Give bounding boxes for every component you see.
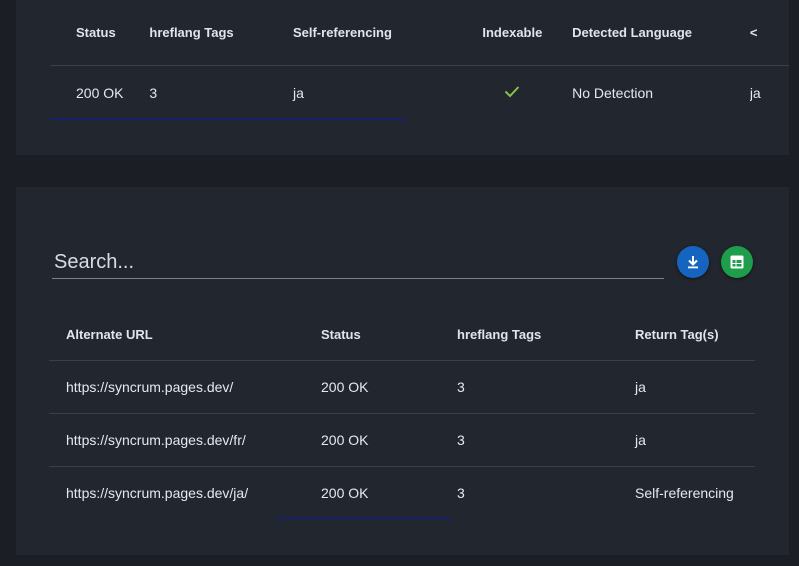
checkmark-icon bbox=[505, 85, 520, 97]
table-row: 200 OK 3 ja No Detection ja bbox=[50, 66, 789, 120]
table-header-row: Alternate URL Status hreflang Tags Retur… bbox=[49, 308, 755, 361]
cell-hreflang-tags: 3 bbox=[149, 84, 158, 101]
column-header-truncated[interactable]: < bbox=[749, 0, 789, 66]
hreflang-summary-table: Status hreflang Tags Self-referencing In… bbox=[50, 0, 789, 119]
cell-detected-language: No Detection bbox=[572, 84, 654, 101]
cell-return-tags: Self-referencing bbox=[635, 485, 734, 501]
cell-indexable bbox=[453, 66, 572, 120]
column-header-self-referencing[interactable]: Self-referencing bbox=[292, 0, 453, 66]
column-header-indexable[interactable]: Indexable bbox=[452, 0, 573, 66]
column-header-detected-language[interactable]: Detected Language bbox=[572, 0, 750, 66]
table-row: https://syncrum.pages.dev/ja/ 200 OK 3 S… bbox=[49, 467, 755, 520]
cell-status: 200 OK bbox=[321, 485, 369, 501]
cell-return-tags: ja bbox=[635, 360, 755, 414]
horizontal-scroll-indicator[interactable] bbox=[277, 517, 451, 519]
hreflang-summary-panel: Status hreflang Tags Self-referencing In… bbox=[16, 0, 789, 155]
table-header-row: Status hreflang Tags Self-referencing In… bbox=[50, 0, 789, 66]
cell-alternate-url: https://syncrum.pages.dev/fr/ bbox=[49, 413, 321, 467]
cell-status: 200 OK bbox=[321, 360, 457, 414]
search-field bbox=[52, 247, 664, 279]
cell-status: 200 OK bbox=[321, 413, 457, 467]
column-header-hreflang-tags[interactable]: hreflang Tags bbox=[149, 0, 293, 66]
horizontal-scroll-indicator[interactable] bbox=[50, 118, 406, 120]
alternate-urls-table: Alternate URL Status hreflang Tags Retur… bbox=[49, 308, 755, 519]
export-sheets-button[interactable] bbox=[721, 246, 753, 278]
cell-hreflang-tags: 3 bbox=[457, 413, 635, 467]
cell-truncated: ja bbox=[749, 84, 761, 101]
download-button[interactable] bbox=[677, 246, 709, 278]
cell-hreflang-tags: 3 bbox=[457, 485, 465, 501]
table-row: https://syncrum.pages.dev/fr/ 200 OK 3 j… bbox=[49, 413, 755, 467]
cell-return-tags: ja bbox=[635, 413, 755, 467]
cell-alternate-url: https://syncrum.pages.dev/ bbox=[49, 360, 321, 414]
cell-status: 200 OK bbox=[76, 84, 124, 101]
cell-hreflang-tags: 3 bbox=[457, 360, 635, 414]
column-header-hreflang-tags[interactable]: hreflang Tags bbox=[457, 308, 635, 361]
alternate-urls-panel: Alternate URL Status hreflang Tags Retur… bbox=[16, 187, 789, 555]
column-header-status[interactable]: Status bbox=[321, 308, 457, 361]
column-header-return-tags[interactable]: Return Tag(s) bbox=[635, 308, 755, 361]
column-header-status[interactable]: Status bbox=[50, 0, 150, 66]
table-row: https://syncrum.pages.dev/ 200 OK 3 ja bbox=[49, 360, 755, 414]
spreadsheet-icon bbox=[730, 255, 744, 269]
search-input[interactable] bbox=[52, 247, 664, 278]
cell-alternate-url: https://syncrum.pages.dev/ja/ bbox=[66, 485, 249, 501]
column-header-alternate-url[interactable]: Alternate URL bbox=[49, 308, 321, 361]
cell-self-referencing: ja bbox=[292, 84, 304, 101]
download-icon bbox=[688, 256, 698, 269]
